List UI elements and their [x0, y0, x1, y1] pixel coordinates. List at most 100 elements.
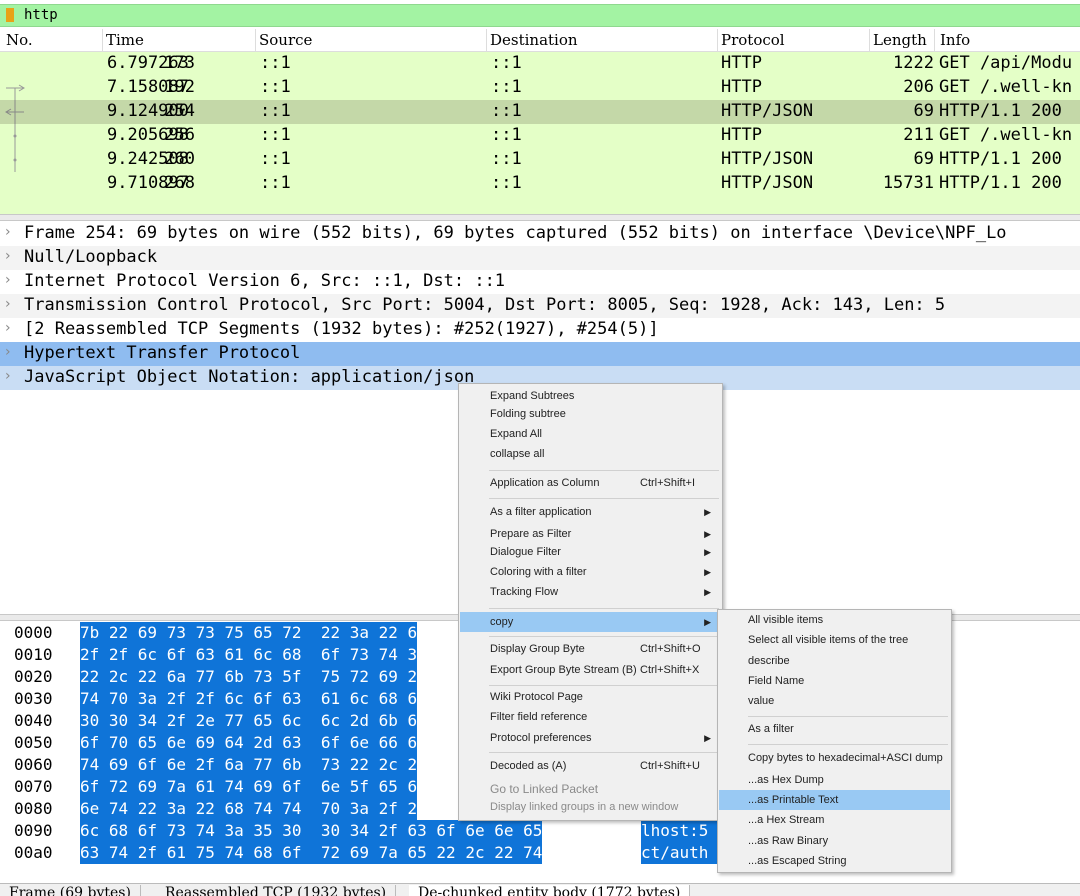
tree-item-reassembled[interactable]: › [2 Reassembled TCP Segments (1932 byte… [0, 318, 1080, 342]
submenu-arrow-icon: ▶ [704, 733, 711, 743]
packet-info: GET /.well-kn [939, 125, 1073, 145]
packet-info: HTTP/1.1 200 [939, 173, 1062, 193]
menu-item-export-packet-bytes[interactable]: Export Group Byte Stream (B) Ctrl+Shift+X [460, 660, 721, 680]
packet-info: HTTP/1.1 200 [939, 101, 1062, 121]
expand-arrow-icon[interactable]: › [5, 272, 11, 288]
submenu-arrow-icon: ▶ [704, 507, 711, 517]
submenu-arrow-icon: ▶ [704, 617, 711, 627]
menu-item-folding-subtree[interactable]: Folding subtree [460, 404, 721, 424]
expand-arrow-icon[interactable]: › [5, 296, 11, 312]
hex-bytes-selected: 6e 74 22 3a 22 68 74 74 70 3a 2f 2 [80, 798, 418, 820]
menu-item-all-visible-items[interactable]: All visible items [719, 610, 950, 630]
packet-info: GET /api/Modu [939, 53, 1073, 73]
packet-source: ::1 [260, 77, 291, 97]
packet-time: 9.710897 [107, 173, 189, 193]
menu-item-as-filter[interactable]: As a filter [719, 719, 950, 739]
packet-protocol: HTTP [721, 53, 762, 73]
menu-item-description[interactable]: describe [719, 651, 950, 671]
tree-item-null-loopback[interactable]: › Null/Loopback [0, 246, 1080, 270]
menu-item-apply-as-filter[interactable]: As a filter application ▶ [460, 502, 721, 522]
packet-row[interactable]: 256 9.205698 ::1 ::1 HTTP 211 GET /.well… [0, 124, 1080, 148]
tab-dechunked-body[interactable]: De-chunked entity body (1772 bytes) [409, 885, 691, 896]
menu-item-filter-field-reference[interactable]: Filter field reference [460, 707, 721, 727]
ascii-selected: ct/auth [641, 842, 721, 864]
hex-bytes-selected: 7b 22 69 73 73 75 65 72 22 3a 22 6 [80, 622, 418, 644]
column-header-info[interactable]: Info [940, 31, 970, 51]
column-header-protocol[interactable]: Protocol [721, 31, 785, 51]
packet-length: 69 [913, 101, 934, 121]
menu-item-decode-as[interactable]: Decoded as (A) Ctrl+Shift+U [460, 756, 721, 776]
hex-bytes-selected: 74 69 6f 6e 2f 6a 77 6b 73 22 2c 2 [80, 754, 418, 776]
related-request-icon [6, 84, 25, 100]
menu-item-expand-subtrees[interactable]: Expand Subtrees [460, 386, 721, 406]
packet-length: 69 [913, 149, 934, 169]
expand-arrow-icon[interactable]: › [5, 248, 11, 264]
hex-bytes-selected: 6c 68 6f 73 74 3a 35 30 30 34 2f 63 6f 6… [80, 820, 543, 842]
packet-protocol: HTTP/JSON [721, 149, 814, 169]
packet-source: ::1 [260, 149, 291, 169]
menu-item-copy[interactable]: copy ▶ [460, 612, 721, 632]
menu-item-as-raw-binary[interactable]: ...as Raw Binary [719, 831, 950, 851]
menu-item-bytes-hex-ascii-dump[interactable]: Copy bytes to hexadecimal+ASCI dump [719, 748, 950, 768]
menu-item-apply-as-column[interactable]: Application as Column Ctrl+Shift+I [460, 473, 721, 493]
packet-protocol: HTTP/JSON [721, 173, 814, 193]
menu-item-value[interactable]: value [719, 691, 950, 711]
packet-protocol: HTTP [721, 77, 762, 97]
column-header-length[interactable]: Length [873, 31, 927, 51]
tree-item-frame[interactable]: › Frame 254: 69 bytes on wire (552 bits)… [0, 222, 1080, 246]
tab-frame[interactable]: Frame (69 bytes) [0, 885, 141, 896]
menu-item-expand-all[interactable]: Expand All [460, 424, 721, 444]
packet-destination: ::1 [491, 149, 522, 169]
packet-row-selected[interactable]: 254 9.124900 ::1 ::1 HTTP/JSON 69 HTTP/1… [0, 100, 1080, 124]
packet-source: ::1 [260, 101, 291, 121]
menu-item-collapse-all[interactable]: collapse all [460, 444, 721, 464]
expand-arrow-icon[interactable]: › [5, 368, 11, 384]
submenu-arrow-icon: ▶ [704, 587, 711, 597]
packet-time: 9.205698 [107, 125, 189, 145]
menu-item-conversation-filter[interactable]: Dialogue Filter ▶ [460, 542, 721, 562]
column-header-source[interactable]: Source [259, 31, 312, 51]
expand-arrow-icon[interactable]: › [5, 344, 11, 360]
menu-item-prepare-as-filter[interactable]: Prepare as Filter ▶ [460, 524, 721, 544]
related-line-icon [13, 124, 17, 148]
column-header-time[interactable]: Time [106, 31, 144, 51]
column-header-destination[interactable]: Destination [490, 31, 578, 51]
hex-bytes-selected: 6f 72 69 7a 61 74 69 6f 6e 5f 65 6 [80, 776, 418, 798]
bookmark-icon[interactable] [6, 8, 14, 22]
menu-item-show-packet-bytes[interactable]: Display Group Byte Ctrl+Shift+O [460, 639, 721, 659]
tree-item-tcp[interactable]: › Transmission Control Protocol, Src Por… [0, 294, 1080, 318]
menu-item-as-escaped-string[interactable]: ...as Escaped String [719, 851, 950, 871]
packet-destination: ::1 [491, 53, 522, 73]
filter-input[interactable]: http [24, 7, 58, 23]
display-filter-bar[interactable]: http [0, 4, 1080, 27]
packet-source: ::1 [260, 125, 291, 145]
packet-source: ::1 [260, 173, 291, 193]
pane-splitter[interactable] [0, 214, 1080, 221]
column-header-no[interactable]: No. [6, 31, 33, 51]
menu-item-as-hex-stream[interactable]: ...a Hex Stream [719, 810, 950, 830]
packet-time: 9.124900 [107, 101, 189, 121]
menu-item-protocol-preferences[interactable]: Protocol preferences ▶ [460, 728, 721, 748]
packet-list-header: No. Time Source Destination Protocol Len… [0, 29, 1080, 52]
packet-row[interactable]: 173 6.797263 ::1 ::1 HTTP 1222 GET /api/… [0, 52, 1080, 76]
hex-bytes-selected: 30 30 34 2f 2e 77 65 6c 6c 2d 6b 6 [80, 710, 418, 732]
expand-arrow-icon[interactable]: › [5, 320, 11, 336]
menu-item-field-name[interactable]: Field Name [719, 671, 950, 691]
related-line-icon [13, 148, 17, 172]
menu-item-follow-stream[interactable]: Tracking Flow ▶ [460, 582, 721, 602]
packet-row[interactable]: 260 9.242508 ::1 ::1 HTTP/JSON 69 HTTP/1… [0, 148, 1080, 172]
menu-item-as-hex-dump[interactable]: ...as Hex Dump [719, 770, 950, 790]
menu-item-wiki-protocol-page[interactable]: Wiki Protocol Page [460, 687, 721, 707]
packet-source: ::1 [260, 53, 291, 73]
related-response-icon [5, 100, 24, 124]
tree-item-http[interactable]: › Hypertext Transfer Protocol [0, 342, 1080, 366]
tab-reassembled-tcp[interactable]: Reassembled TCP (1932 bytes) [156, 885, 397, 896]
tree-item-ipv6[interactable]: › Internet Protocol Version 6, Src: ::1,… [0, 270, 1080, 294]
menu-item-colorize-with-filter[interactable]: Coloring with a filter ▶ [460, 562, 721, 582]
packet-row[interactable]: 192 7.158087 ::1 ::1 HTTP 206 GET /.well… [0, 76, 1080, 100]
menu-item-as-printable-text[interactable]: ...as Printable Text [719, 790, 950, 810]
packet-row[interactable]: 268 9.710897 ::1 ::1 HTTP/JSON 15731 HTT… [0, 172, 1080, 196]
expand-arrow-icon[interactable]: › [5, 224, 11, 240]
packet-time: 7.158087 [107, 77, 189, 97]
menu-item-all-visible-selected-tree-items[interactable]: Select all visible items of the tree [719, 630, 950, 650]
